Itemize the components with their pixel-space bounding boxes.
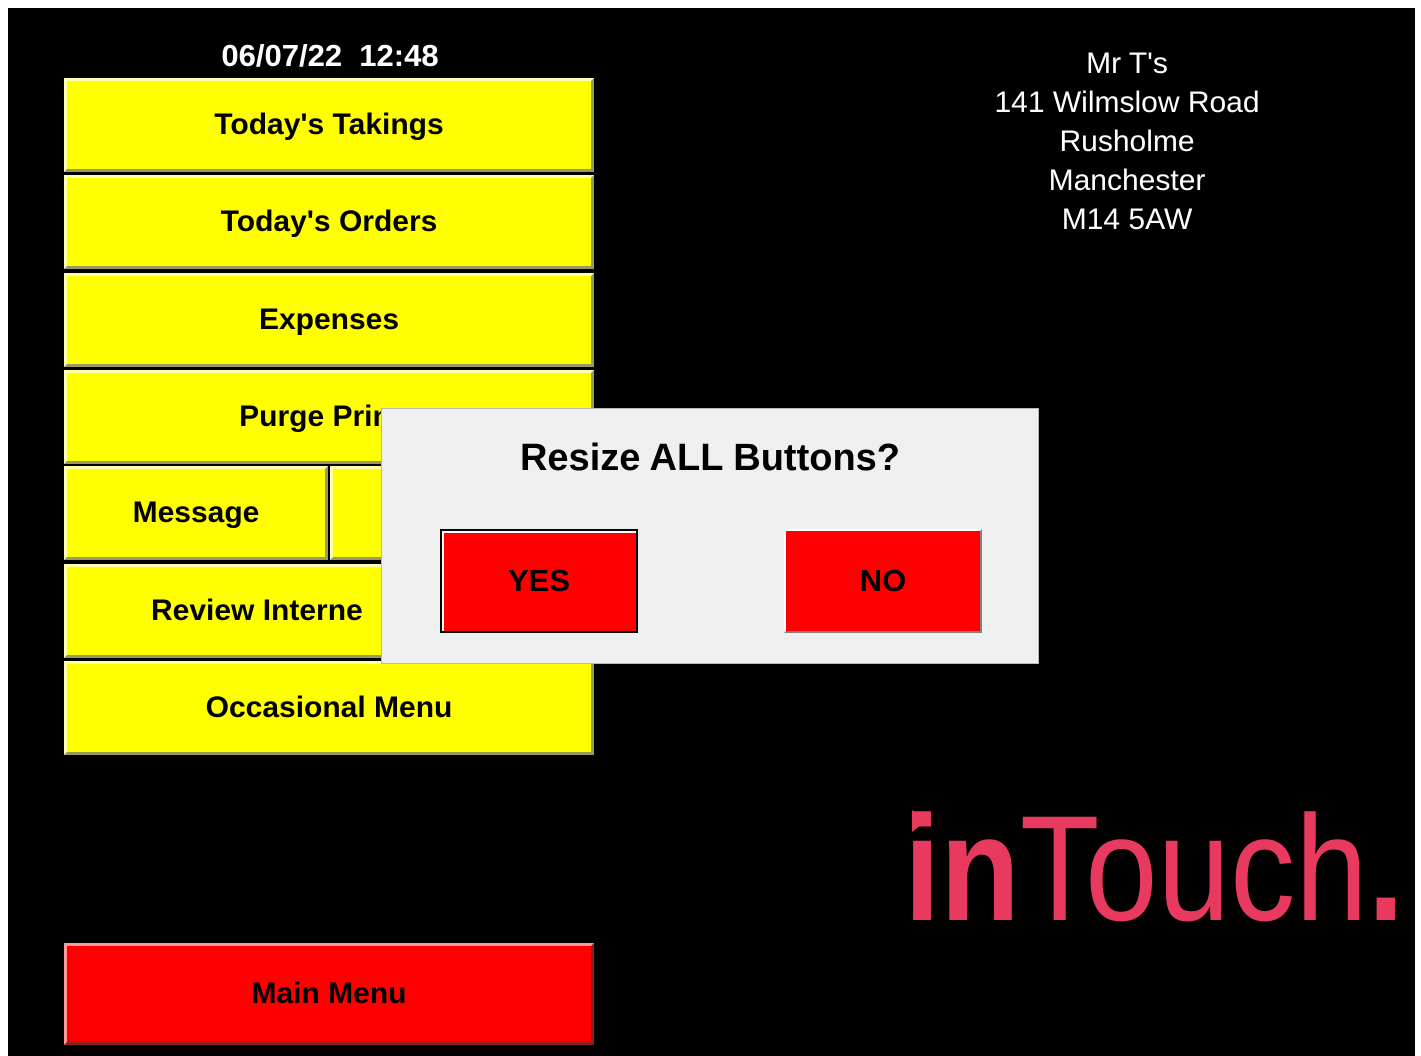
logo-text-touch: Touch [1020,788,1368,938]
dialog-title: Resize ALL Buttons? [519,437,901,479]
store-address: Mr T's 141 Wilmslow Road Rusholme Manche… [928,44,1326,239]
no-button[interactable]: NO [784,529,982,633]
main-menu-button[interactable]: Main Menu [64,943,594,1045]
store-name: Mr T's [1086,47,1168,80]
logo-text: inTouch. [904,788,1404,938]
intouch-logo: inTouch. [904,788,1404,938]
todays-takings-button[interactable]: Today's Takings [64,78,594,172]
occasional-menu-button[interactable]: Occasional Menu [64,661,594,755]
logo-text-in: in [904,788,1020,938]
yes-button[interactable]: YES [440,529,638,633]
todays-orders-button[interactable]: Today's Orders [64,175,594,269]
date-time-display: 06/07/22 12:48 [221,38,439,73]
address-line3: Manchester [1048,164,1206,197]
app-screen: 06/07/22 12:48 Today's Takings Today's O… [8,8,1415,1056]
address-postcode: M14 5AW [1061,203,1193,236]
resize-dialog: Resize ALL Buttons? YES NO [381,408,1039,664]
address-line2: Rusholme [1059,125,1195,158]
address-line1: 141 Wilmslow Road [994,86,1260,119]
expenses-button[interactable]: Expenses [64,273,594,367]
message-button[interactable]: Message [64,466,328,560]
logo-text-dot: . [1368,788,1404,938]
